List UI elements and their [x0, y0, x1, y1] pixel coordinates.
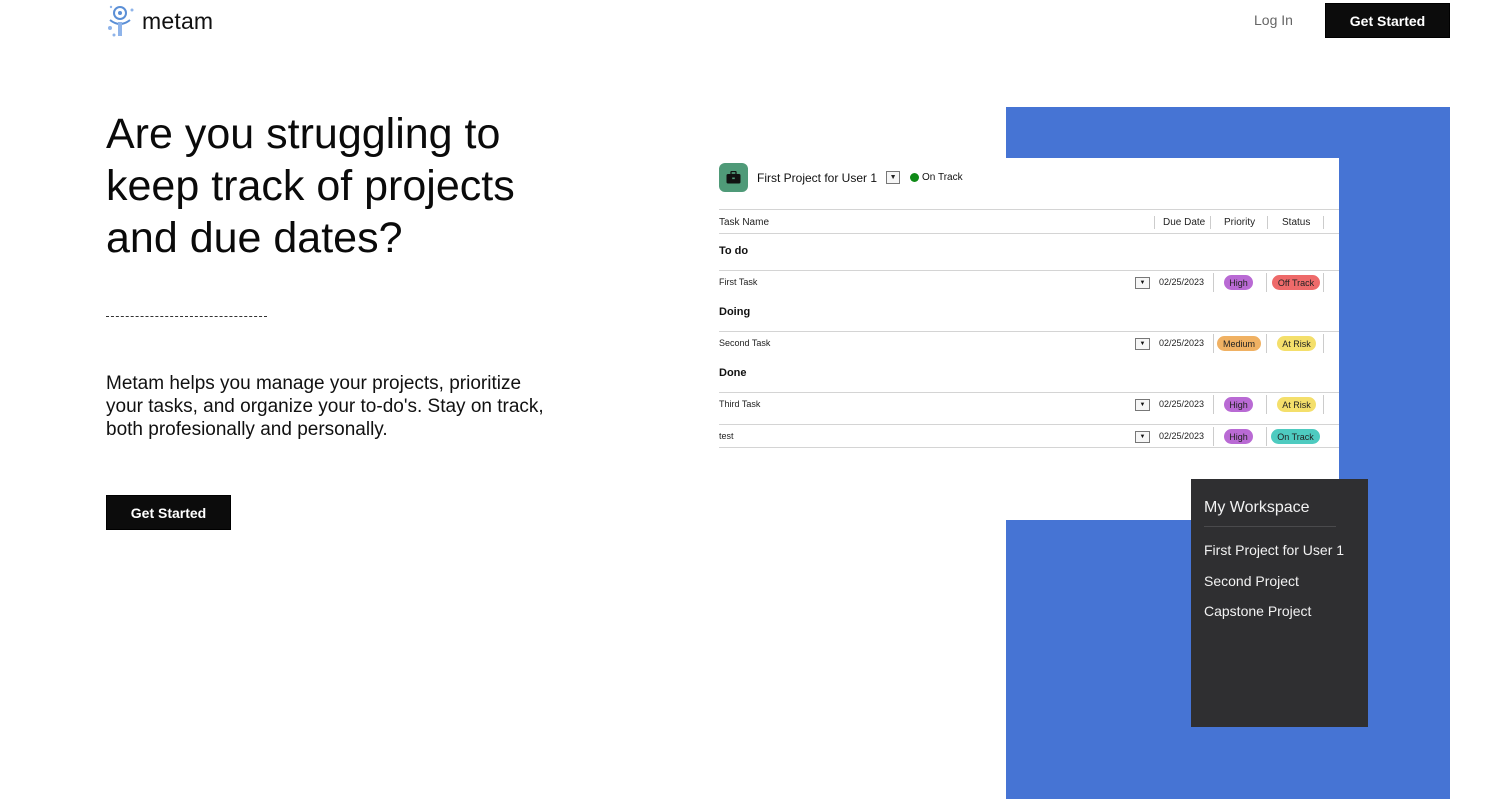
column-divider [1323, 216, 1324, 229]
header-get-started-button[interactable]: Get Started [1325, 3, 1450, 38]
briefcase-icon [719, 163, 748, 192]
task-row[interactable]: First Task ▼ 02/25/2023 High Off Track [719, 270, 1339, 294]
group-done: Done [719, 367, 747, 379]
task-row[interactable]: test ▼ 02/25/2023 High On Track [719, 424, 1339, 448]
task-dropdown-caret-icon[interactable]: ▼ [1135, 431, 1150, 443]
cell-divider [1213, 334, 1214, 353]
workspace-panel: My Workspace First Project for User 1 Se… [1191, 479, 1368, 727]
column-divider [1154, 216, 1155, 229]
project-status: On Track [922, 172, 963, 183]
hero-get-started-button[interactable]: Get Started [106, 495, 231, 530]
column-divider [1267, 216, 1268, 229]
brand-logo[interactable]: metam [106, 4, 213, 38]
task-name: Third Task [719, 399, 761, 409]
hero-title: Are you struggling to keep track of proj… [106, 110, 515, 262]
cell-divider [1266, 273, 1267, 292]
task-name: test [719, 431, 734, 441]
workspace-item-second-project[interactable]: Second Project [1204, 573, 1299, 589]
task-row[interactable]: Third Task ▼ 02/25/2023 High At Risk [719, 392, 1339, 416]
login-link[interactable]: Log In [1254, 12, 1293, 28]
task-name: First Task [719, 277, 758, 287]
task-due-date: 02/25/2023 [1159, 399, 1205, 409]
priority-badge: High [1224, 429, 1253, 444]
column-task-name: Task Name [719, 217, 770, 228]
task-table-header: Task Name Due Date Priority Status [719, 209, 1339, 234]
task-row[interactable]: Second Task ▼ 02/25/2023 Medium At Risk [719, 331, 1339, 355]
workspace-title: My Workspace [1204, 499, 1310, 516]
project-header: First Project for User 1 ▼ On Track [719, 163, 963, 192]
task-dropdown-caret-icon[interactable]: ▼ [1135, 399, 1150, 411]
status-badge: Off Track [1272, 275, 1320, 290]
column-divider [1210, 216, 1211, 229]
metam-logo-icon [106, 4, 138, 38]
cell-divider [1266, 334, 1267, 353]
priority-badge: High [1224, 275, 1253, 290]
cell-divider [1266, 395, 1267, 414]
task-due-date: 02/25/2023 [1159, 277, 1205, 287]
project-name: First Project for User 1 [757, 170, 878, 185]
column-due-date: Due Date [1163, 217, 1206, 228]
cell-divider [1323, 395, 1324, 414]
task-dropdown-caret-icon[interactable]: ▼ [1135, 277, 1150, 289]
status-badge: At Risk [1277, 336, 1316, 351]
hero-divider [106, 316, 267, 317]
group-todo: To do [719, 245, 749, 257]
project-preview-card: First Project for User 1 ▼ On Track Task… [698, 158, 1339, 480]
workspace-item-first-project[interactable]: First Project for User 1 [1204, 542, 1344, 558]
column-status: Status [1282, 217, 1311, 228]
decorative-gap [1006, 480, 1191, 520]
cell-divider [1323, 334, 1324, 353]
project-dropdown-caret-icon[interactable]: ▼ [886, 171, 901, 184]
cell-divider [1213, 395, 1214, 414]
cell-divider [1213, 273, 1214, 292]
task-due-date: 02/25/2023 [1159, 338, 1205, 348]
column-priority: Priority [1224, 217, 1256, 228]
cell-divider [1323, 273, 1324, 292]
hero-description: Metam helps you manage your projects, pr… [106, 373, 544, 440]
group-doing: Doing [719, 306, 751, 318]
workspace-divider [1204, 526, 1336, 527]
task-name: Second Task [719, 338, 771, 348]
priority-badge: High [1224, 397, 1253, 412]
brand-name: metam [142, 7, 214, 34]
status-dot-icon [910, 173, 920, 182]
workspace-item-capstone-project[interactable]: Capstone Project [1204, 603, 1311, 619]
status-badge: On Track [1271, 429, 1320, 444]
task-due-date: 02/25/2023 [1159, 431, 1205, 441]
cell-divider [1266, 427, 1267, 446]
status-badge: At Risk [1277, 397, 1316, 412]
task-dropdown-caret-icon[interactable]: ▼ [1135, 338, 1150, 350]
priority-badge: Medium [1217, 336, 1261, 351]
cell-divider [1213, 427, 1214, 446]
